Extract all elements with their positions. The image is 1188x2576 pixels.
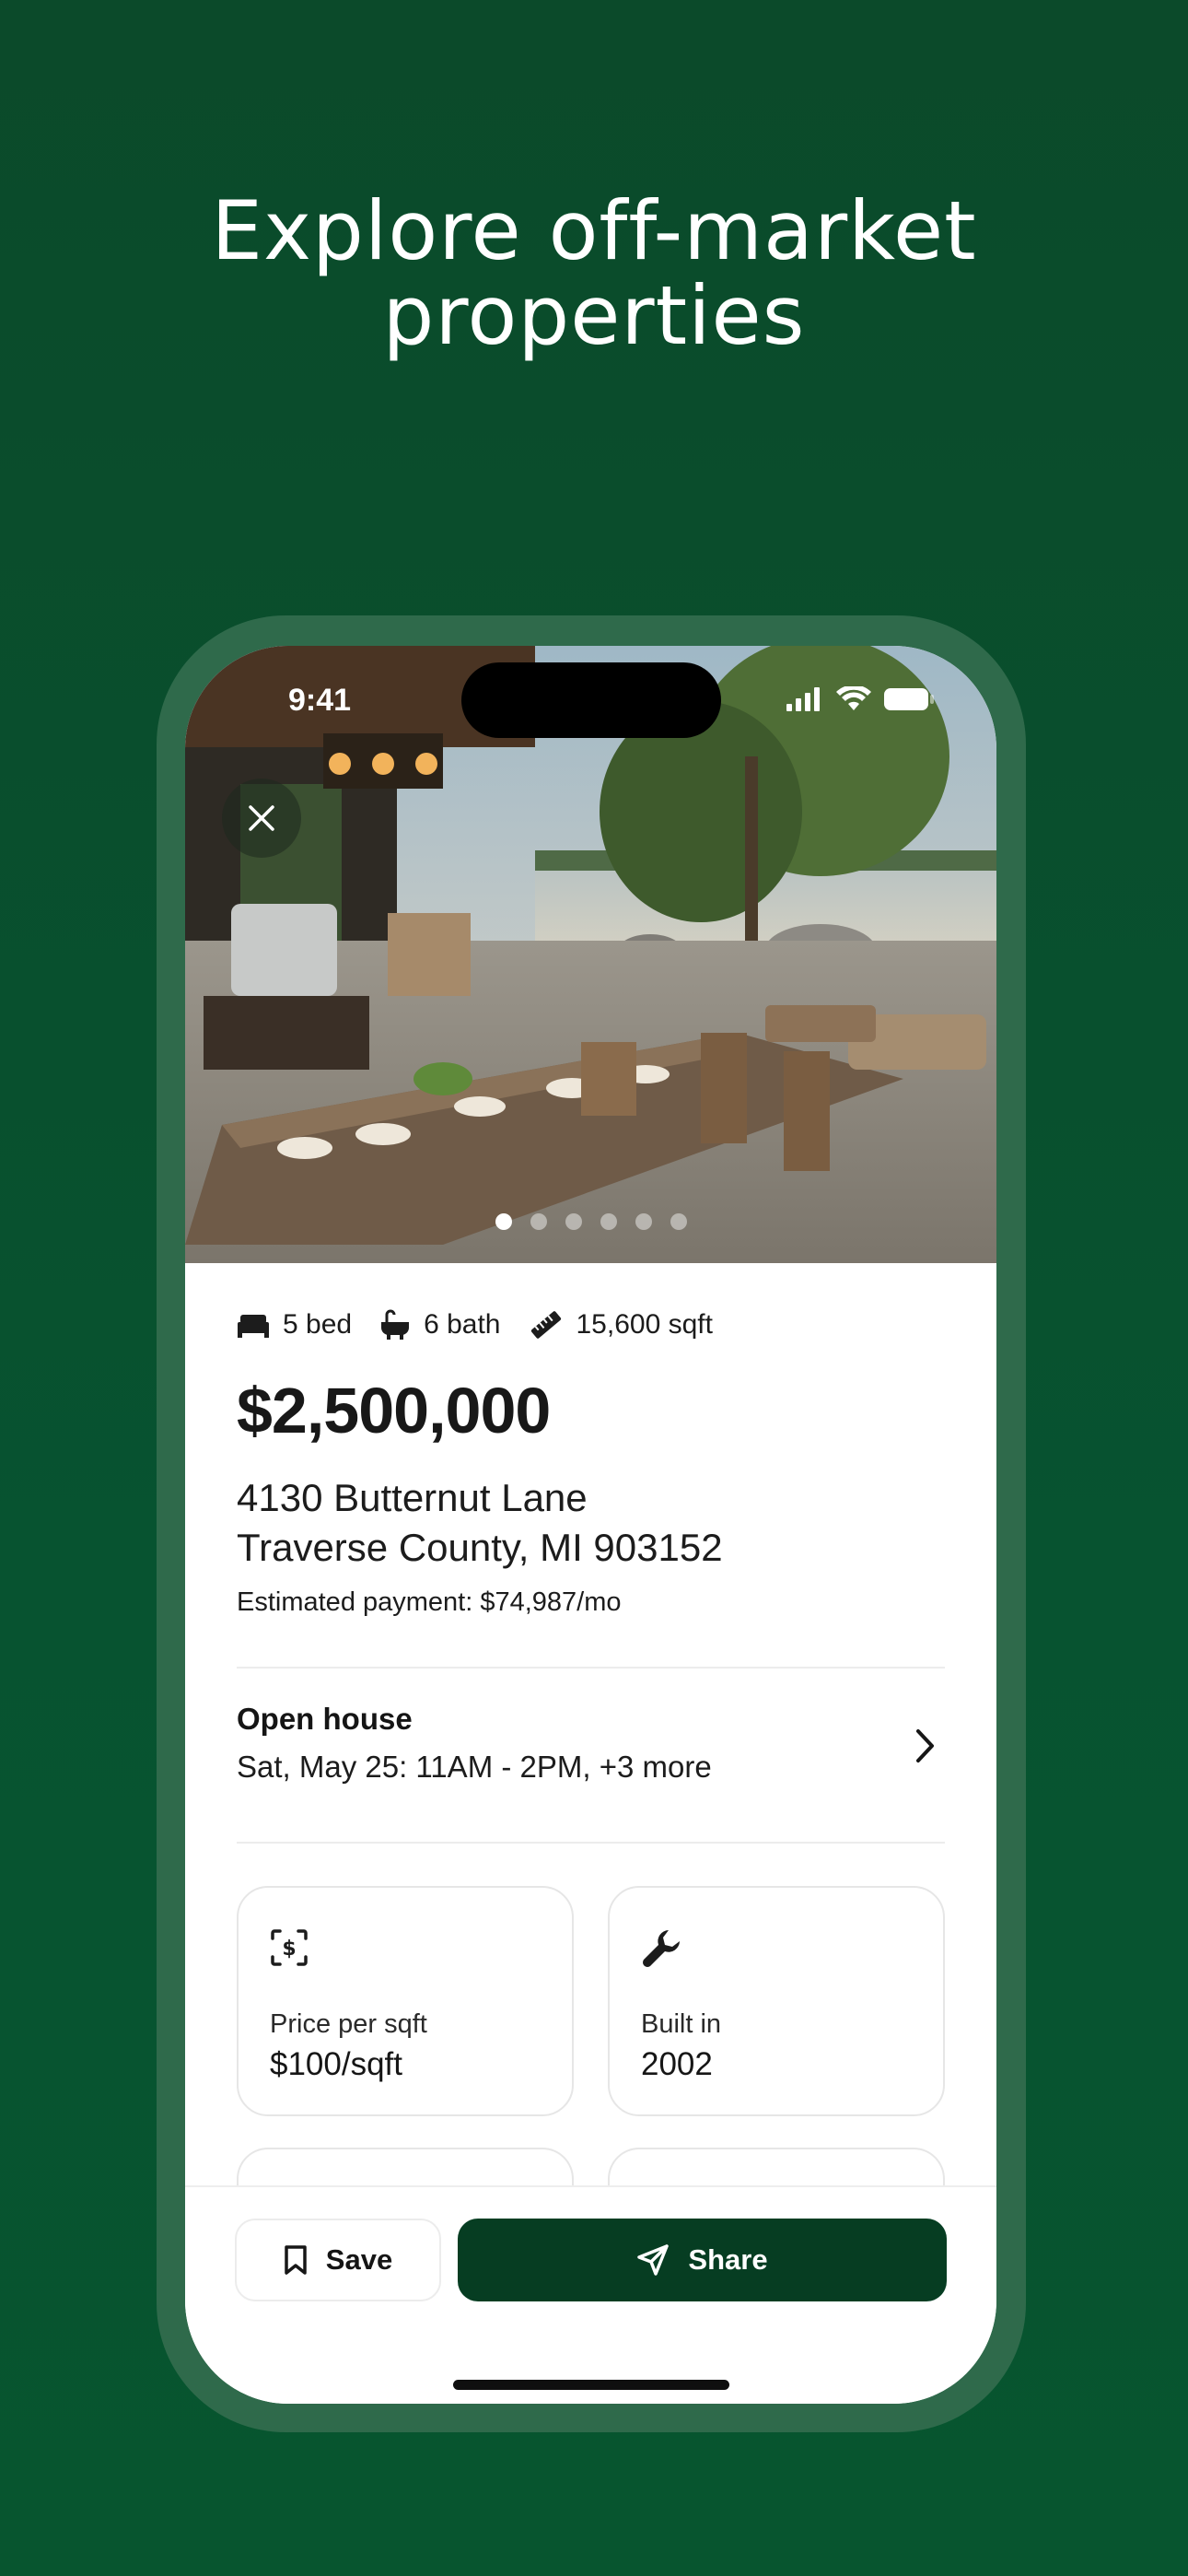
gallery-pagination[interactable] (185, 1213, 996, 1230)
divider (237, 1842, 945, 1844)
property-photo[interactable]: 9:41 (185, 646, 996, 1263)
card-label: Price per sqft (270, 2009, 427, 2039)
open-house-title: Open house (237, 1702, 413, 1736)
pagination-dot[interactable] (635, 1213, 652, 1230)
area-spec: 15,600 sqft (529, 1307, 713, 1342)
pagination-dot[interactable] (495, 1213, 512, 1230)
open-house-detail: Sat, May 25: 11AM - 2PM, +3 more (237, 1750, 712, 1784)
built-in-card: Built in 2002 (608, 1886, 945, 2116)
address-line-2: Traverse County, MI 903152 (237, 1526, 723, 1569)
headline: Explore off-market properties (0, 189, 1188, 358)
card-value: $100/sqft (270, 2046, 402, 2082)
listing-price: $2,500,000 (237, 1375, 551, 1446)
baths-spec: 6 bath (379, 1309, 501, 1341)
battery-icon (884, 688, 934, 710)
svg-text:$: $ (282, 1938, 296, 1961)
address-line-1: 4130 Butternut Lane (237, 1476, 588, 1519)
bed-icon (238, 1315, 269, 1338)
send-icon (637, 2244, 670, 2276)
property-specs: 5 bed 6 bath 15,600 sqft (237, 1307, 740, 1342)
card-label: Built in (641, 2009, 722, 2039)
close-button[interactable] (222, 779, 301, 858)
patio-photo-illustration (185, 646, 996, 1263)
bathtub-icon (381, 1309, 410, 1340)
pagination-dot[interactable] (565, 1213, 582, 1230)
share-button[interactable]: Share (458, 2219, 947, 2301)
card-value: 2002 (641, 2046, 713, 2082)
area-label: 15,600 sqft (576, 1309, 713, 1340)
phone-screen: 9:41 5 bed 6 bath 15,600 sqft $2,500,000… (185, 646, 996, 2404)
listing-address: 4130 Butternut Lane Traverse County, MI … (237, 1473, 723, 1573)
headline-line-1: Explore off-market (211, 183, 977, 278)
beds-label: 5 bed (283, 1309, 353, 1340)
close-icon (249, 805, 274, 831)
wrench-icon (641, 1928, 681, 1973)
status-icons (786, 686, 934, 712)
home-indicator[interactable] (453, 2380, 729, 2390)
save-button[interactable]: Save (235, 2219, 441, 2301)
pagination-dot[interactable] (600, 1213, 617, 1230)
cellular-signal-icon (786, 687, 820, 711)
ruler-icon (530, 1311, 561, 1339)
pagination-dot[interactable] (670, 1213, 687, 1230)
dollar-tag-icon: $ (270, 1928, 309, 1972)
price-per-sqft-card: $ Price per sqft $100/sqft (237, 1886, 574, 2116)
open-house-row[interactable]: Open house Sat, May 25: 11AM - 2PM, +3 m… (237, 1702, 945, 1812)
wifi-icon (836, 686, 871, 710)
share-label: Share (688, 2243, 768, 2276)
baths-label: 6 bath (424, 1309, 501, 1340)
save-label: Save (325, 2243, 393, 2276)
beds-spec: 5 bed (237, 1309, 352, 1341)
status-time: 9:41 (288, 683, 352, 718)
dynamic-island (461, 662, 721, 738)
divider (237, 1667, 945, 1669)
pagination-dot[interactable] (530, 1213, 547, 1230)
estimated-payment: Estimated payment: $74,987/mo (237, 1587, 622, 1617)
bottom-action-bar: Save Share (185, 2185, 996, 2404)
chevron-right-icon (916, 1729, 934, 1762)
headline-line-2: properties (382, 268, 806, 363)
bookmark-icon (285, 2245, 307, 2275)
